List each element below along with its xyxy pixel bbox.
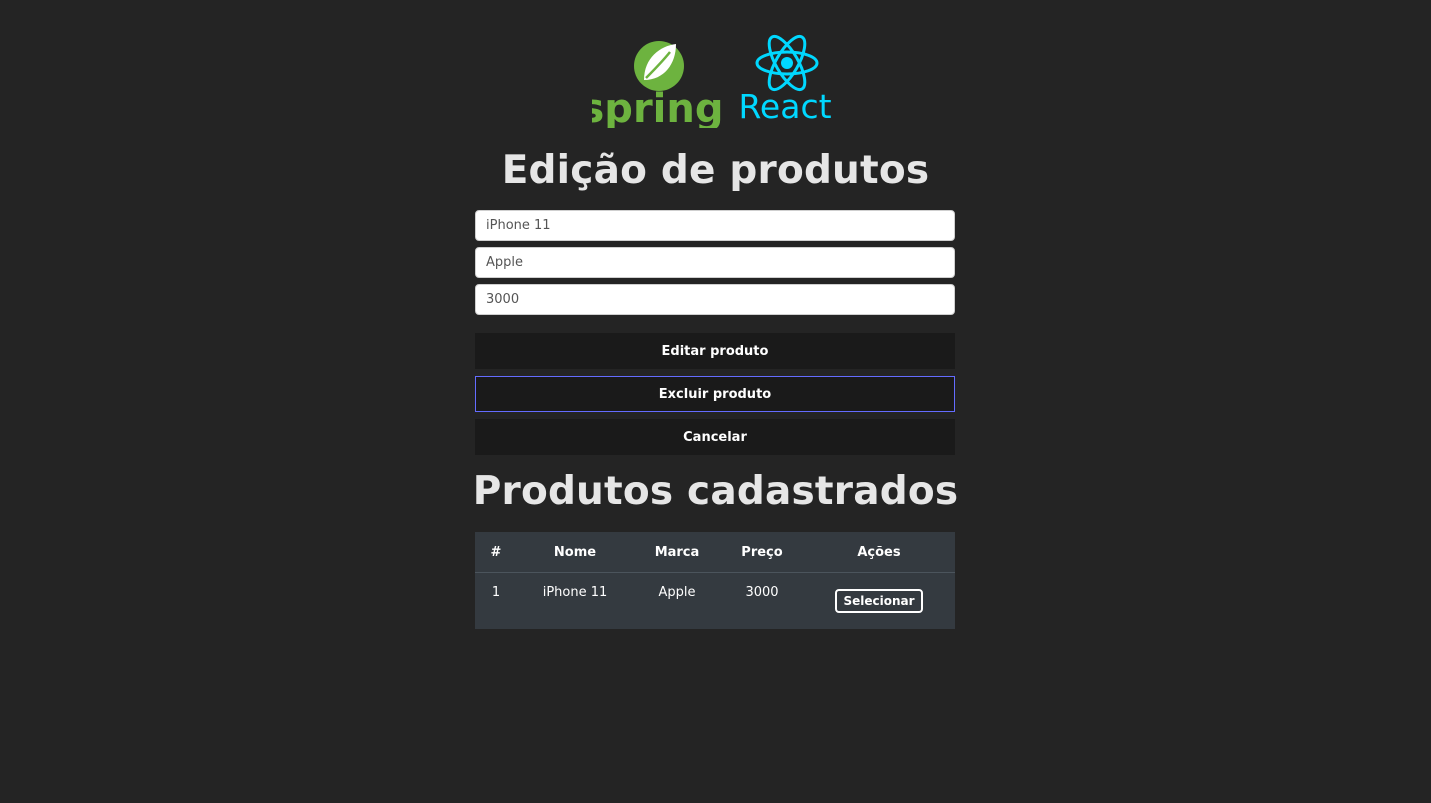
column-header-index: #	[475, 532, 517, 573]
column-header-price: Preço	[721, 532, 803, 573]
products-table: # Nome Marca Preço Ações 1 iPhone 11 App…	[475, 532, 955, 629]
cell-name: iPhone 11	[542, 585, 608, 600]
cell-actions: Selecionar	[803, 573, 955, 629]
cell-price: 3000	[745, 585, 779, 600]
logo-svg: spring React	[592, 34, 832, 128]
form-buttons: Editar produto Excluir produto Cancelar	[475, 333, 955, 462]
table-header-row: # Nome Marca Preço Ações	[475, 532, 955, 573]
react-logo-text: React	[738, 87, 831, 126]
react-logo-icon: React	[738, 34, 832, 126]
cell-brand: Apple	[658, 585, 696, 600]
product-form	[475, 210, 955, 321]
product-price-input[interactable]	[475, 284, 955, 315]
column-header-actions: Ações	[803, 532, 955, 573]
cell-index: 1	[491, 585, 501, 600]
cancel-button[interactable]: Cancelar	[475, 419, 955, 455]
spring-logo-icon: spring	[592, 41, 724, 128]
app-page: spring React Edição de produtos Editar p…	[0, 0, 1431, 803]
spring-logo-text: spring	[592, 86, 724, 128]
select-product-button[interactable]: Selecionar	[835, 589, 923, 613]
product-name-input[interactable]	[475, 210, 955, 241]
column-header-name: Nome	[517, 532, 633, 573]
delete-product-button[interactable]: Excluir produto	[475, 376, 955, 412]
list-section-title: Produtos cadastrados	[472, 469, 959, 514]
edit-section-title: Edição de produtos	[501, 148, 930, 193]
products-table-container: # Nome Marca Preço Ações 1 iPhone 11 App…	[475, 532, 955, 629]
edit-product-button[interactable]: Editar produto	[475, 333, 955, 369]
product-brand-input[interactable]	[475, 247, 955, 278]
table-row: 1 iPhone 11 Apple 3000 Selecionar	[475, 573, 955, 629]
logo-group: spring React	[592, 34, 840, 128]
column-header-brand: Marca	[633, 532, 721, 573]
